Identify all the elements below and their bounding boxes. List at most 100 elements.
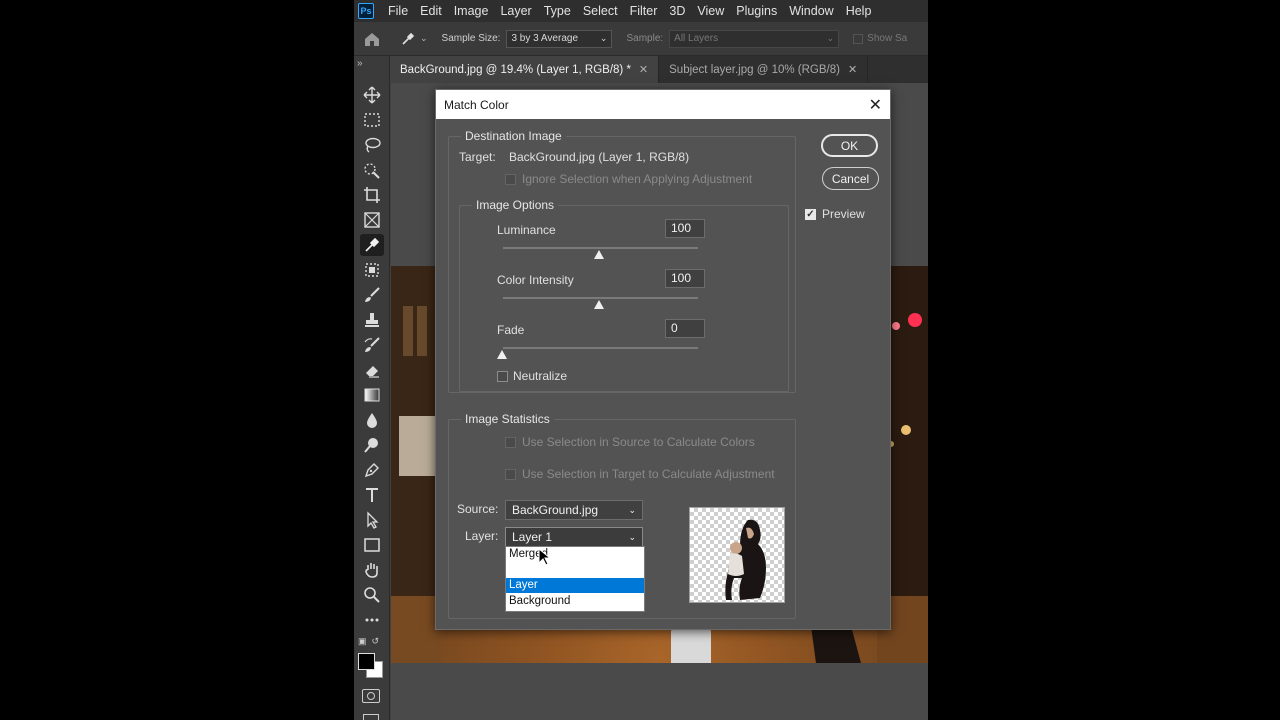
menu-plugins[interactable]: Plugins [730, 0, 783, 22]
move-tool-icon[interactable] [360, 84, 384, 106]
cancel-button[interactable]: Cancel [822, 167, 879, 190]
chevron-down-icon: ⌄ [628, 504, 636, 515]
collapse-panel-icon[interactable]: » [357, 58, 363, 69]
marquee-tool-icon[interactable] [360, 109, 384, 131]
layer-option-layer-1[interactable]: Layer [506, 578, 644, 593]
image-options-group: Image Options Luminance 100 Color Intens… [459, 198, 789, 392]
layer-dropdown-list: Merged Layer Background [505, 546, 645, 612]
brush-tool-icon[interactable] [360, 284, 384, 306]
more-tools-icon[interactable] [360, 609, 384, 631]
tab-label: BackGround.jpg @ 19.4% (Layer 1, RGB/8) … [400, 63, 631, 76]
menu-window[interactable]: Window [783, 0, 839, 22]
neutralize-checkbox[interactable] [497, 371, 508, 382]
use-selection-target-label: Use Selection in Target to Calculate Adj… [522, 467, 775, 481]
eyedropper-preset-icon[interactable]: ⌄ [400, 31, 428, 47]
fade-field[interactable]: 0 [665, 319, 705, 338]
gradient-tool-icon[interactable] [360, 384, 384, 406]
ignore-selection-label: Ignore Selection when Applying Adjustmen… [522, 172, 753, 186]
dialog-title-bar[interactable]: Match Color ✕ [436, 90, 890, 119]
sample-select[interactable]: All Layers ⌄ [669, 29, 840, 48]
use-selection-source-checkbox[interactable] [505, 437, 516, 448]
fade-slider-track[interactable] [503, 347, 698, 349]
target-label: Target: [459, 150, 496, 164]
screen-mode-icon[interactable] [363, 714, 379, 720]
chevron-down-icon: ⌄ [628, 531, 636, 542]
history-brush-tool-icon[interactable] [360, 334, 384, 356]
close-icon[interactable]: ✕ [848, 63, 857, 76]
destination-image-group: Destination Image Target: BackGround.jpg… [448, 129, 796, 393]
chevron-down-icon: ⌄ [826, 33, 835, 43]
quick-mask-icon[interactable] [362, 689, 380, 703]
source-preview-thumbnail [689, 507, 785, 603]
eraser-tool-icon[interactable] [360, 359, 384, 381]
document-tab-bar: BackGround.jpg @ 19.4% (Layer 1, RGB/8) … [390, 56, 928, 83]
color-intensity-label: Color Intensity [497, 273, 574, 287]
menu-3d[interactable]: 3D [663, 0, 691, 22]
menu-select[interactable]: Select [577, 0, 624, 22]
crop-tool-icon[interactable] [360, 184, 384, 206]
lasso-tool-icon[interactable] [360, 134, 384, 156]
pen-tool-icon[interactable] [360, 459, 384, 481]
fade-label: Fade [497, 323, 525, 337]
tools-panel: » ▣ ↺ [354, 56, 390, 720]
quick-selection-tool-icon[interactable] [360, 159, 384, 181]
image-statistics-title: Image Statistics [461, 412, 554, 426]
zoom-tool-icon[interactable] [360, 584, 384, 606]
sample-value: All Layers [674, 33, 719, 44]
clone-stamp-tool-icon[interactable] [360, 309, 384, 331]
tab-subject-layer-jpg[interactable]: Subject layer.jpg @ 10% (RGB/8) ✕ [659, 56, 869, 83]
menu-image[interactable]: Image [448, 0, 495, 22]
frame-tool-icon[interactable] [360, 209, 384, 231]
luminance-field[interactable]: 100 [665, 219, 705, 238]
menu-file[interactable]: File [382, 0, 414, 22]
color-intensity-slider-track[interactable] [503, 297, 698, 299]
ok-button[interactable]: OK [821, 134, 878, 157]
luminance-slider-thumb[interactable] [594, 250, 604, 259]
ignore-selection-checkbox[interactable] [505, 174, 516, 185]
menu-edit[interactable]: Edit [414, 0, 448, 22]
type-tool-icon[interactable] [360, 484, 384, 506]
menu-help[interactable]: Help [840, 0, 878, 22]
sample-label: Sample: [626, 33, 664, 44]
spot-healing-tool-icon[interactable] [360, 259, 384, 281]
sample-size-select[interactable]: 3 by 3 Average ⌄ [506, 29, 613, 48]
photoshop-window: Ps File Edit Image Layer Type Select Fil… [354, 0, 928, 720]
menu-layer[interactable]: Layer [494, 0, 537, 22]
fade-slider-thumb[interactable] [497, 350, 507, 359]
color-intensity-slider-thumb[interactable] [594, 300, 604, 309]
luminance-label: Luminance [497, 223, 556, 237]
dodge-tool-icon[interactable] [360, 434, 384, 456]
foreground-color-swatch[interactable] [358, 653, 375, 670]
destination-image-title: Destination Image [461, 129, 566, 143]
show-sampling-ring-checkbox[interactable] [853, 33, 864, 44]
image-options-title: Image Options [472, 198, 559, 212]
use-selection-source-label: Use Selection in Source to Calculate Col… [522, 435, 755, 449]
menu-type[interactable]: Type [538, 0, 577, 22]
swap-colors-icon[interactable]: ▣ ↺ [358, 636, 386, 646]
eyedropper-tool-icon[interactable] [360, 234, 384, 256]
layer-label: Layer: [465, 529, 499, 543]
menu-filter[interactable]: Filter [624, 0, 664, 22]
photoshop-logo-icon: Ps [358, 3, 374, 19]
source-label: Source: [457, 502, 499, 516]
path-selection-tool-icon[interactable] [360, 509, 384, 531]
source-dropdown[interactable]: BackGround.jpg ⌄ [505, 500, 643, 520]
color-intensity-field[interactable]: 100 [665, 269, 705, 288]
layer-option-background[interactable]: Background [506, 594, 644, 609]
close-icon[interactable]: ✕ [639, 63, 648, 76]
menu-view[interactable]: View [691, 0, 730, 22]
blur-tool-icon[interactable] [360, 409, 384, 431]
rectangle-tool-icon[interactable] [360, 534, 384, 556]
tab-label: Subject layer.jpg @ 10% (RGB/8) [669, 63, 840, 76]
close-icon[interactable]: ✕ [869, 95, 882, 115]
preview-checkbox[interactable]: ✓ [805, 209, 816, 220]
home-icon[interactable] [354, 31, 390, 47]
show-sampling-ring-label: Show Sa [867, 33, 908, 44]
match-color-dialog: Match Color ✕ Destination Image Target: … [435, 89, 891, 630]
luminance-slider-track[interactable] [503, 247, 698, 249]
use-selection-target-checkbox[interactable] [505, 469, 516, 480]
layer-option-merged[interactable]: Merged [506, 547, 644, 562]
hand-tool-icon[interactable] [360, 559, 384, 581]
tab-background-jpg[interactable]: BackGround.jpg @ 19.4% (Layer 1, RGB/8) … [390, 56, 660, 83]
layer-dropdown[interactable]: Layer 1 ⌄ [505, 527, 643, 547]
